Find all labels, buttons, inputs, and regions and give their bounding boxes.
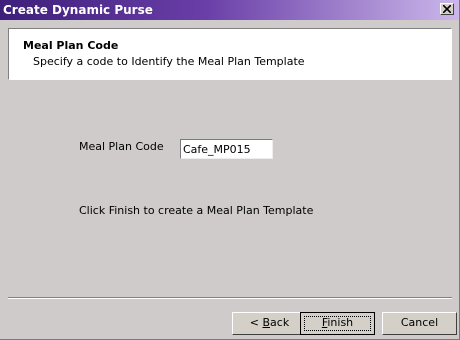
finish-button[interactable]: Finish xyxy=(300,312,375,335)
page-subtitle: Specify a code to Identify the Meal Plan… xyxy=(33,55,305,68)
instruction-text: Click Finish to create a Meal Plan Templ… xyxy=(79,204,314,217)
meal-plan-code-input[interactable] xyxy=(180,139,273,159)
back-button-prefix: < xyxy=(249,316,263,329)
window-title: Create Dynamic Purse xyxy=(3,3,153,17)
page-title: Meal Plan Code xyxy=(23,39,119,52)
close-icon xyxy=(443,5,451,13)
button-divider xyxy=(8,297,452,299)
meal-plan-code-label: Meal Plan Code xyxy=(79,140,164,153)
back-button-mnemonic: B xyxy=(262,316,271,329)
dialog-window: Create Dynamic Purse Meal Plan Code Spec… xyxy=(0,0,460,340)
back-button-label: ack xyxy=(270,316,290,329)
focus-ring xyxy=(304,316,371,331)
cancel-button[interactable]: Cancel xyxy=(382,312,457,335)
back-button[interactable]: < Back xyxy=(232,312,307,335)
close-button[interactable] xyxy=(440,3,454,15)
title-bar[interactable]: Create Dynamic Purse xyxy=(0,0,459,20)
header-panel: Meal Plan Code Specify a code to Identif… xyxy=(8,28,452,80)
